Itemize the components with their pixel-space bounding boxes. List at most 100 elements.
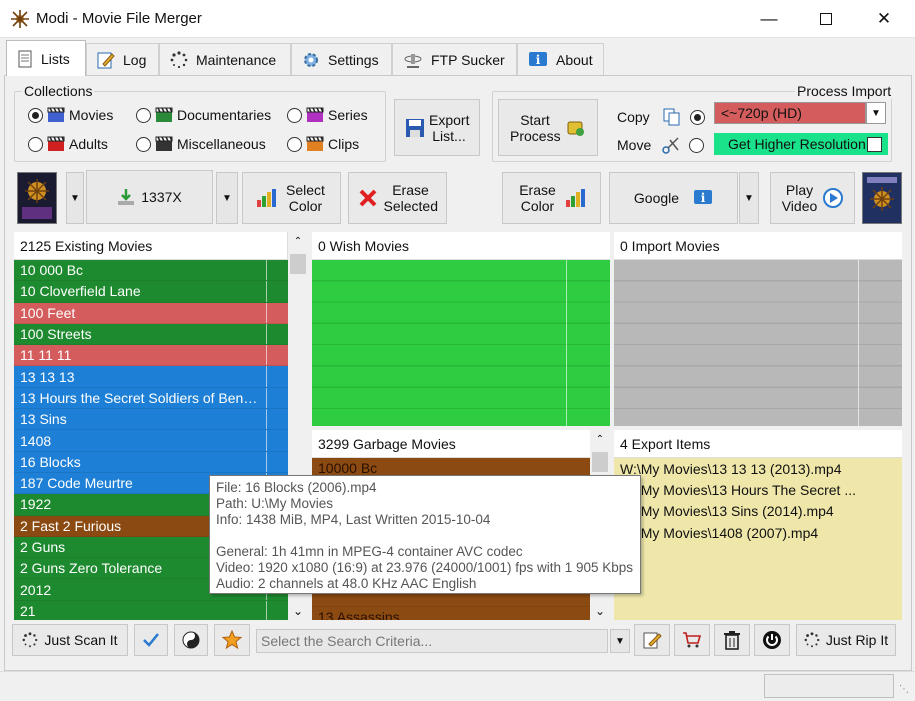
- scroll-up-icon[interactable]: ⌃: [590, 430, 610, 445]
- search-engine-google-button[interactable]: Google i: [609, 172, 738, 224]
- radio-miscellaneous[interactable]: Miscellaneous: [136, 136, 266, 152]
- table-row[interactable]: 13 13 13: [14, 366, 288, 388]
- table-row[interactable]: 10 Cloverfield Lane: [14, 281, 288, 303]
- tab-log[interactable]: Log: [86, 43, 159, 75]
- radio-series-label: Series: [328, 107, 368, 123]
- wish-movies-list[interactable]: 0 Wish Movies: [312, 232, 610, 426]
- just-rip-button[interactable]: Just Rip It: [796, 624, 896, 656]
- table-row[interactable]: 13 Assassins: [312, 607, 590, 620]
- radio-documentaries[interactable]: Documentaries: [136, 107, 271, 123]
- table-row[interactable]: 13 Sins: [14, 409, 288, 431]
- table-row[interactable]: 13 Hours the Secret Soldiers of Bengh...: [14, 387, 288, 410]
- movie-title: 100 Streets: [20, 326, 92, 343]
- resize-grip-icon[interactable]: ⋱: [899, 684, 909, 695]
- play-video-label: Play Video: [781, 182, 818, 214]
- movie-cover-icon: [863, 173, 901, 223]
- export-path: W:\My Movies\13 Sins (2014).mp4: [620, 503, 834, 520]
- poster-thumbnail[interactable]: [17, 172, 57, 224]
- movie-title: 13 Hours the Secret Soldiers of Bengh...: [20, 389, 271, 406]
- status-cell: [266, 387, 288, 409]
- table-row[interactable]: 21: [14, 600, 288, 620]
- higher-resolution-label: Get Higher Resolution: [728, 136, 866, 152]
- search-engine-dropdown[interactable]: ▼: [739, 172, 759, 224]
- tab-lists[interactable]: Lists: [6, 40, 86, 76]
- search-criteria-select[interactable]: Select the Search Criteria...: [256, 629, 608, 653]
- maximize-button[interactable]: [797, 0, 855, 38]
- scroll-down-icon[interactable]: ⌄: [590, 604, 610, 618]
- movie-title: 100 Feet: [20, 304, 76, 321]
- close-button[interactable]: ✕: [855, 0, 913, 38]
- radio-adults[interactable]: Adults: [28, 136, 108, 152]
- export-list-button[interactable]: Export List...: [394, 99, 480, 156]
- movie-title: 10000 Bc: [318, 460, 378, 477]
- tooltip-audio: Audio: 2 channels at 48.0 KHz AAC Englis…: [216, 576, 477, 591]
- tab-about-label: About: [556, 51, 593, 68]
- higher-resolution-checkbox[interactable]: Get Higher Resolution: [714, 133, 888, 155]
- scroll-down-icon[interactable]: ⌄: [288, 604, 308, 618]
- export-path: W:\My Movies\1408 (2007).mp4: [620, 524, 819, 541]
- dropdown-arrow-icon: ▼: [70, 192, 80, 204]
- list-item[interactable]: W:\My Movies\13 13 13 (2013).mp4: [614, 458, 902, 479]
- erase-selected-button[interactable]: Erase Selected: [348, 172, 447, 224]
- pencil-notepad-icon: [97, 52, 115, 68]
- table-row[interactable]: 100 Streets: [14, 323, 288, 346]
- quality-dropdown-arrow[interactable]: ▼: [866, 102, 886, 124]
- status-cell: [266, 430, 288, 451]
- cart-button[interactable]: [674, 624, 710, 656]
- power-button[interactable]: [754, 624, 790, 656]
- file-info-tooltip: File: 16 Blocks (2006).mp4 Path: U:\My M…: [209, 475, 641, 594]
- radio-series[interactable]: Series: [287, 107, 368, 123]
- movie-title: 11 11 11: [20, 347, 72, 364]
- just-scan-button[interactable]: Just Scan It: [12, 624, 128, 656]
- list-item[interactable]: W:\My Movies\1408 (2007).mp4: [614, 522, 902, 543]
- start-process-button[interactable]: Start Process: [498, 99, 598, 156]
- minimize-button[interactable]: —: [740, 0, 798, 38]
- scrollbar-thumb[interactable]: [592, 452, 608, 472]
- cover-thumbnail[interactable]: [862, 172, 902, 224]
- scroll-up-icon[interactable]: ⌃: [288, 232, 308, 247]
- quality-select[interactable]: <~720p (HD): [714, 102, 866, 124]
- table-row[interactable]: 10 000 Bc: [14, 260, 288, 282]
- list-item[interactable]: W:\My Movies\13 Sins (2014).mp4: [614, 501, 902, 522]
- edit-notes-button[interactable]: [634, 624, 670, 656]
- radio-clips[interactable]: Clips: [287, 136, 359, 152]
- import-movies-list[interactable]: 0 Import Movies: [614, 232, 902, 426]
- garbage-movies-header: 3299 Garbage Movies: [312, 430, 590, 458]
- power-icon: [763, 631, 781, 649]
- movie-title: 10 Cloverfield Lane: [20, 283, 141, 300]
- erase-color-button[interactable]: Erase Color: [502, 172, 601, 224]
- star-button[interactable]: [214, 624, 250, 656]
- radio-movies[interactable]: Movies: [28, 107, 113, 123]
- clapperboard-documentaries-icon: [155, 107, 173, 122]
- search-criteria-dropdown[interactable]: ▼: [610, 629, 630, 653]
- status-cell: [266, 345, 288, 366]
- source-1337x-button[interactable]: 1337X: [86, 170, 213, 224]
- scrollbar-thumb[interactable]: [290, 254, 306, 274]
- move-option[interactable]: Move: [617, 136, 705, 154]
- network-icon: [404, 53, 422, 68]
- delete-button[interactable]: [714, 624, 750, 656]
- movie-title: 13 Assassins: [318, 609, 400, 620]
- tab-settings[interactable]: Settings: [291, 43, 392, 75]
- poster-dropdown[interactable]: ▼: [66, 172, 84, 224]
- source-dropdown[interactable]: ▼: [216, 172, 238, 224]
- table-row[interactable]: 100 Feet: [14, 302, 288, 324]
- tooltip-info: Info: 1438 MiB, MP4, Last Written 2015-1…: [216, 512, 491, 527]
- tab-maintenance[interactable]: Maintenance: [159, 43, 291, 75]
- check-button[interactable]: [134, 624, 168, 656]
- scissors-icon: [662, 137, 679, 154]
- close-icon: ✕: [876, 9, 892, 28]
- window-title: Modi - Movie File Merger: [36, 10, 202, 27]
- tab-ftp-sucker[interactable]: FTP Sucker: [392, 43, 517, 75]
- list-item[interactable]: W:\My Movies\13 Hours The Secret ...: [614, 479, 902, 500]
- table-row[interactable]: 16 Blocks: [14, 451, 288, 473]
- copy-option[interactable]: Copy: [617, 108, 705, 126]
- yin-yang-button[interactable]: [174, 624, 208, 656]
- play-video-button[interactable]: Play Video: [770, 172, 855, 224]
- source-label: 1337X: [141, 189, 182, 205]
- tab-about[interactable]: i About: [517, 43, 604, 75]
- table-row[interactable]: 1408: [14, 430, 288, 452]
- export-items-list[interactable]: 4 Export Items W:\My Movies\13 13 13 (20…: [614, 430, 902, 620]
- select-color-button[interactable]: Select Color: [242, 172, 341, 224]
- table-row[interactable]: 11 11 11: [14, 345, 288, 367]
